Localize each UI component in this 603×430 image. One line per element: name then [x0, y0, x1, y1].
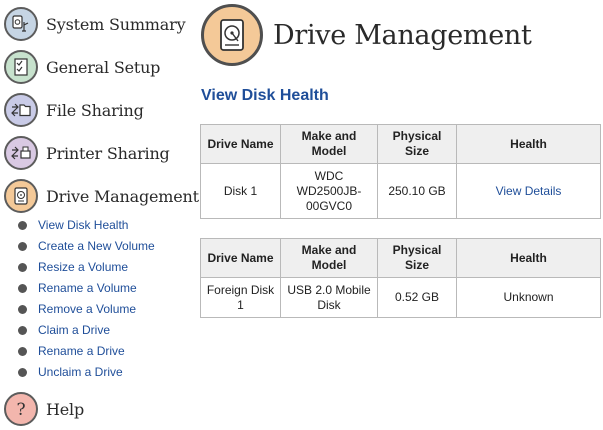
make-model-cell: WDC WD2500JB-00GVC0 [280, 163, 378, 219]
submenu-link[interactable]: Unclaim a Drive [38, 365, 123, 379]
table-header-row: Drive Name Make and Model Physical Size … [200, 238, 601, 278]
nav-label: System Summary [46, 14, 186, 34]
drive-health-table: Drive Name Make and Model Physical Size … [200, 238, 601, 318]
submenu-link[interactable]: View Disk Health [38, 218, 128, 232]
submenu-link[interactable]: Rename a Volume [38, 281, 137, 295]
folder-arrows-icon [4, 93, 38, 127]
nav-item-general-setup[interactable]: General Setup [4, 49, 160, 85]
health-cell: View Details [456, 163, 601, 219]
submenu-link[interactable]: Rename a Drive [38, 344, 125, 358]
drive-name-cell: Disk 1 [200, 163, 281, 219]
checklist-icon [4, 50, 38, 84]
printer-arrows-icon [4, 136, 38, 170]
hard-drive-icon [201, 4, 263, 66]
submenu-link[interactable]: Resize a Volume [38, 260, 128, 274]
column-header: Physical Size [377, 238, 457, 278]
bullet-icon [18, 325, 27, 335]
section-title: View Disk Health [201, 87, 329, 104]
sidebar-nav: System Summary General Setup File Sharin… [0, 0, 199, 430]
table-row: Disk 1 WDC WD2500JB-00GVC0 250.10 GB Vie… [200, 163, 601, 219]
nav-label: Drive Management [46, 186, 199, 206]
column-header: Make and Model [280, 238, 378, 278]
bullet-icon [18, 220, 27, 230]
drive-name-cell: Foreign Disk 1 [200, 277, 281, 318]
svg-text:?: ? [16, 400, 25, 420]
nav-label: General Setup [46, 57, 161, 77]
nav-item-printer-sharing[interactable]: Printer Sharing [4, 135, 170, 171]
drive-health-table: Drive Name Make and Model Physical Size … [200, 124, 601, 219]
column-header: Health [456, 238, 601, 278]
submenu-item[interactable]: Remove a Volume [18, 301, 136, 317]
drive-usb-icon [4, 7, 38, 41]
submenu-item[interactable]: Rename a Volume [18, 280, 137, 296]
nav-label: Printer Sharing [46, 143, 170, 163]
nav-label: File Sharing [46, 100, 144, 120]
column-header: Physical Size [377, 124, 457, 164]
bullet-icon [18, 346, 27, 356]
bullet-icon [18, 367, 27, 377]
table-row: Foreign Disk 1 USB 2.0 Mobile Disk 0.52 … [200, 277, 601, 318]
column-header: Health [456, 124, 601, 164]
column-header: Make and Model [280, 124, 378, 164]
submenu-item[interactable]: Rename a Drive [18, 343, 125, 359]
submenu-link[interactable]: Remove a Volume [38, 302, 136, 316]
nav-item-drive-management[interactable]: Drive Management [4, 178, 199, 214]
table-header-row: Drive Name Make and Model Physical Size … [200, 124, 601, 164]
bullet-icon [18, 283, 27, 293]
nav-item-help[interactable]: ? Help [4, 391, 84, 427]
column-header: Drive Name [200, 238, 281, 278]
bullet-icon [18, 304, 27, 314]
bullet-icon [18, 241, 27, 251]
page-header: Drive Management [201, 3, 532, 67]
submenu-item[interactable]: Claim a Drive [18, 322, 110, 338]
health-status-cell: Unknown [456, 277, 601, 318]
page-title: Drive Management [273, 19, 532, 51]
question-mark-icon: ? [4, 392, 38, 426]
size-cell: 250.10 GB [377, 163, 457, 219]
nav-item-system-summary[interactable]: System Summary [4, 6, 186, 42]
submenu-item[interactable]: Resize a Volume [18, 259, 128, 275]
nav-label: Help [46, 399, 84, 419]
column-header: Drive Name [200, 124, 281, 164]
hard-drive-icon [4, 179, 38, 213]
view-details-link[interactable]: View Details [496, 184, 562, 198]
submenu-item[interactable]: Unclaim a Drive [18, 364, 123, 380]
size-cell: 0.52 GB [377, 277, 457, 318]
submenu-item[interactable]: Create a New Volume [18, 238, 155, 254]
submenu-item[interactable]: View Disk Health [18, 217, 128, 233]
submenu-link[interactable]: Create a New Volume [38, 239, 155, 253]
submenu-link[interactable]: Claim a Drive [38, 323, 110, 337]
make-model-cell: USB 2.0 Mobile Disk [280, 277, 378, 318]
bullet-icon [18, 262, 27, 272]
nav-item-file-sharing[interactable]: File Sharing [4, 92, 144, 128]
